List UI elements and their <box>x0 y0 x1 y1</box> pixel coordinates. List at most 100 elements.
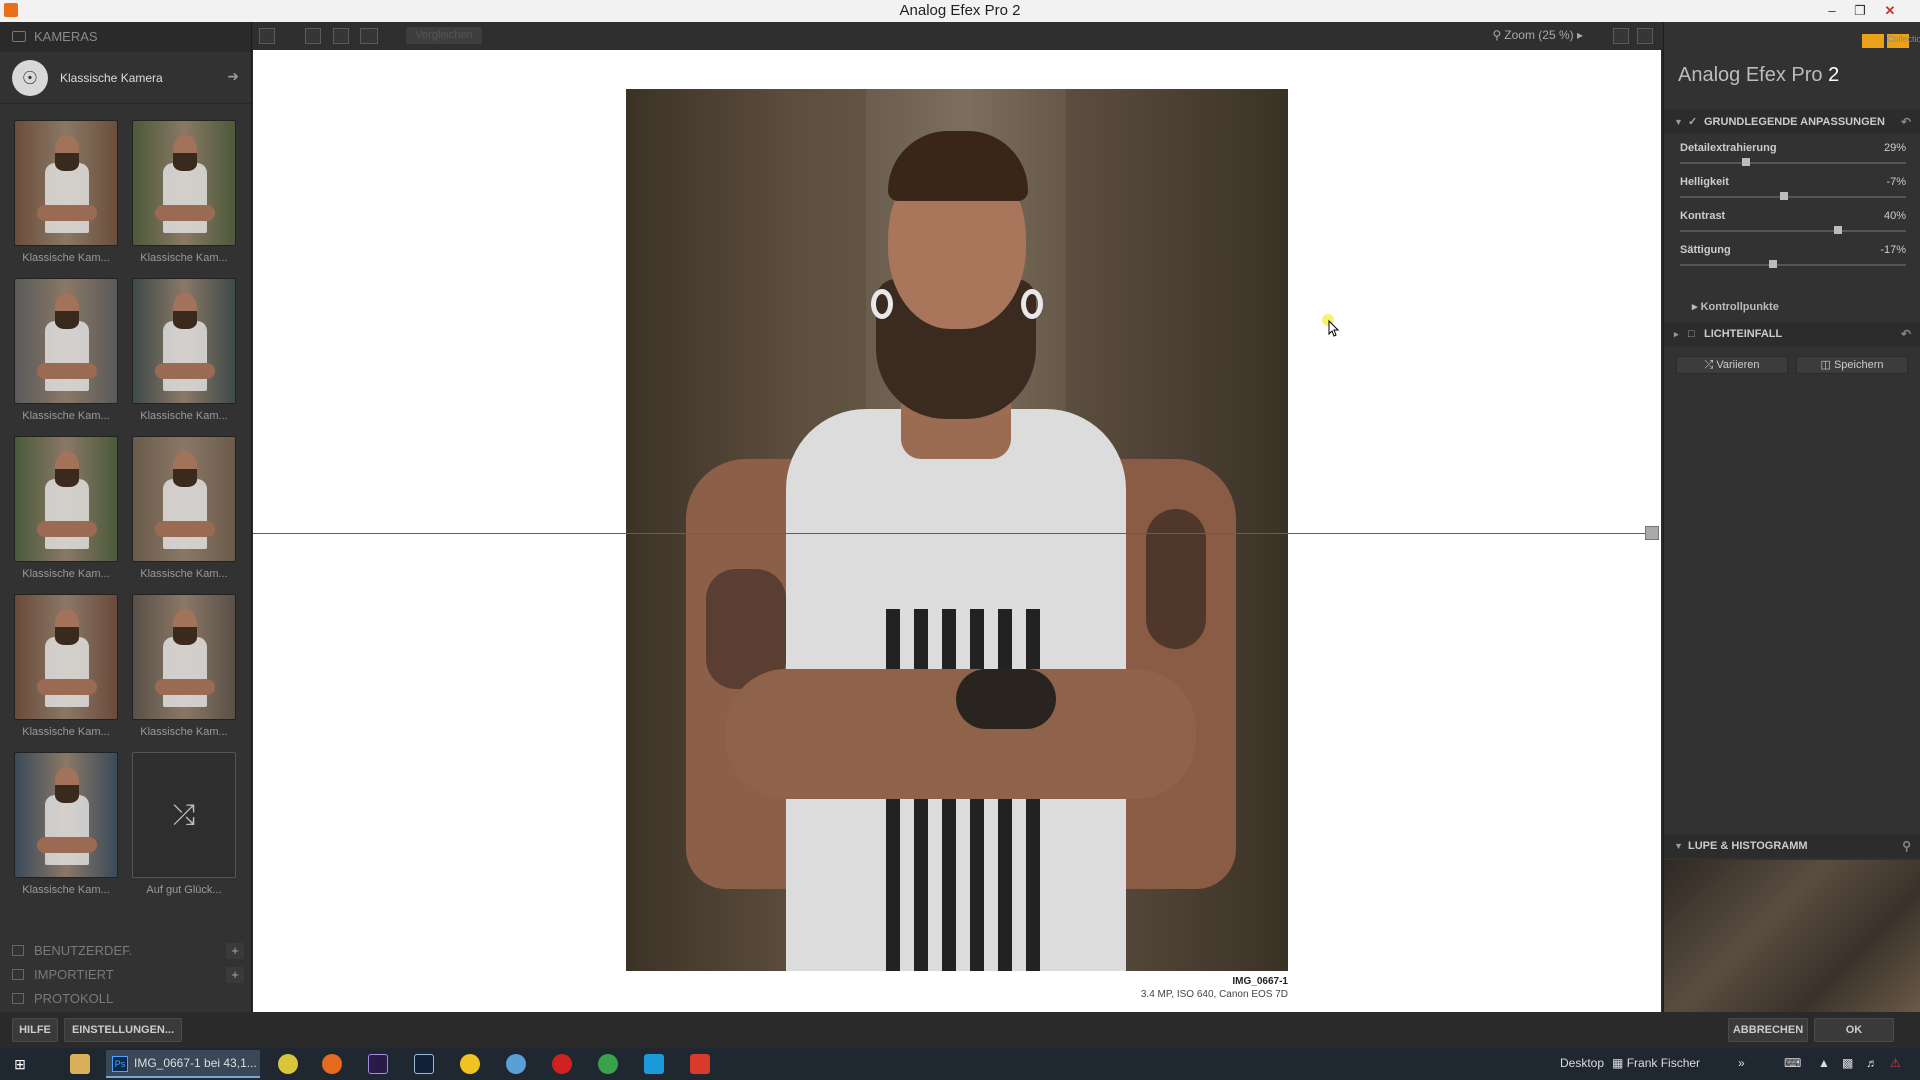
lightroom-icon[interactable] <box>414 1054 434 1074</box>
volume-icon[interactable]: ♬ <box>1866 1056 1878 1070</box>
slider-knob[interactable] <box>1768 260 1777 268</box>
user-label: Frank Fischer <box>1626 1056 1701 1070</box>
preset-thumbnail[interactable]: Klassische Kam... <box>14 752 118 896</box>
tray-up-icon[interactable]: ▲ <box>1818 1056 1830 1070</box>
preview-canvas[interactable]: IMG_0667-1 3.4 MP, ISO 640, Canon EOS 7D <box>253 50 1661 1012</box>
preset-label: Klassische Kam... <box>140 726 228 738</box>
collapse-triangle-icon[interactable]: ▼ <box>1674 834 1683 858</box>
slider-value[interactable]: 40% <box>1884 210 1906 222</box>
fullscreen-icon[interactable] <box>1637 28 1653 44</box>
slider-knob[interactable] <box>1834 226 1843 234</box>
camera-selector[interactable]: ☉ Klassische Kamera ➜ <box>0 52 251 104</box>
cancel-button[interactable]: ABBRECHEN <box>1728 1018 1808 1042</box>
compare-button[interactable]: Vergleichen <box>406 27 482 44</box>
single-view-icon[interactable] <box>305 28 321 44</box>
preset-thumbnail[interactable]: Klassische Kam... <box>132 436 236 580</box>
window-title: Analog Efex Pro 2 <box>899 2 1021 19</box>
preset-random[interactable]: ⤮ Auf gut Glück... <box>132 752 236 896</box>
preset-thumbnail[interactable]: Klassische Kam... <box>132 594 236 738</box>
preset-thumbnail[interactable]: Klassische Kam... <box>14 436 118 580</box>
loupe-histogram-section[interactable]: ▼ LUPE & HISTOGRAMM ⚲ <box>1664 834 1920 858</box>
firefox-icon[interactable] <box>322 1054 342 1074</box>
enable-checkbox[interactable]: ✓ <box>1688 110 1697 134</box>
split-view-icon[interactable] <box>333 28 349 44</box>
explorer-icon[interactable] <box>70 1054 90 1074</box>
section-imported[interactable]: IMPORTIERT + <box>0 964 252 986</box>
basic-adjustments-section[interactable]: ▼ ✓ GRUNDLEGENDE ANPASSUNGEN ↶ <box>1664 110 1920 134</box>
adjustment-slider[interactable]: Detailextrahierung 29% <box>1680 142 1906 172</box>
user-folder[interactable]: ▦ Frank Fischer <box>1612 1056 1700 1070</box>
vary-button[interactable]: ⤮ Variieren <box>1676 356 1788 374</box>
app-icon[interactable] <box>690 1054 710 1074</box>
preset-thumbnail[interactable]: Klassische Kam... <box>14 594 118 738</box>
slider-value[interactable]: 29% <box>1884 142 1906 154</box>
skype-icon[interactable] <box>644 1054 664 1074</box>
camera-icon: ☉ <box>12 60 48 96</box>
arrow-right-icon[interactable]: ➜ <box>227 68 239 85</box>
pin-icon[interactable]: ⚲ <box>1902 834 1911 858</box>
light-leaks-section[interactable]: ▸ □ LICHTEINFALL ↶ <box>1664 322 1920 346</box>
save-preset-button[interactable]: ◫ Speichern <box>1796 356 1908 374</box>
slider-track[interactable] <box>1680 196 1906 198</box>
panel-toggle-icon[interactable] <box>259 28 275 44</box>
add-import-button[interactable]: + <box>226 967 244 983</box>
preset-thumbnail[interactable]: Klassische Kam... <box>14 278 118 422</box>
split-line[interactable] <box>253 533 1647 534</box>
app-icon[interactable] <box>278 1054 298 1074</box>
premiere-icon[interactable] <box>368 1054 388 1074</box>
side-by-side-view-icon[interactable] <box>360 28 378 44</box>
slider-knob[interactable] <box>1741 158 1750 166</box>
section-custom[interactable]: BENUTZERDEF. + <box>0 940 252 962</box>
slider-value[interactable]: -17% <box>1880 244 1906 256</box>
background-color-icon[interactable] <box>1613 28 1629 44</box>
settings-button[interactable]: EINSTELLUNGEN... <box>64 1018 182 1042</box>
reset-icon[interactable]: ↶ <box>1901 322 1911 346</box>
cameras-header[interactable]: KAMERAS <box>0 22 251 52</box>
expand-triangle-icon[interactable]: ▸ <box>1674 322 1679 346</box>
record-icon[interactable] <box>552 1054 572 1074</box>
minimize-icon[interactable]: – <box>1818 0 1846 22</box>
photoshop-icon: Ps <box>112 1056 128 1072</box>
camera-selector-label: Klassische Kamera <box>60 71 163 85</box>
split-handle[interactable] <box>1645 526 1659 540</box>
slider-value[interactable]: -7% <box>1886 176 1906 188</box>
preset-image <box>132 120 236 246</box>
notification-icon[interactable]: ⚠ <box>1890 1056 1901 1070</box>
keyboard-icon[interactable]: ⌨ <box>1784 1056 1801 1070</box>
reset-icon[interactable]: ↶ <box>1901 110 1911 134</box>
slider-track[interactable] <box>1680 162 1906 164</box>
collapse-triangle-icon[interactable]: ▼ <box>1674 110 1683 134</box>
preset-thumbnail[interactable]: Klassische Kam... <box>132 120 236 264</box>
brand-title: Analog Efex Pro 2 <box>1678 64 1839 87</box>
adjustment-slider[interactable]: Kontrast 40% <box>1680 210 1906 240</box>
slider-track[interactable] <box>1680 264 1906 266</box>
adjustment-slider[interactable]: Helligkeit -7% <box>1680 176 1906 206</box>
preset-image <box>14 278 118 404</box>
taskbar-photoshop-item[interactable]: Ps IMG_0667-1 bei 43,1... <box>106 1050 260 1078</box>
tray-chevron-icon[interactable]: » <box>1738 1056 1745 1070</box>
help-button[interactable]: HILFE <box>12 1018 58 1042</box>
app-icon[interactable] <box>506 1054 526 1074</box>
desktop-toolbar-label[interactable]: Desktop <box>1560 1056 1604 1070</box>
preset-image <box>132 594 236 720</box>
zoom-control[interactable]: ⚲ Zoom (25 %) ▸ <box>1492 28 1583 42</box>
close-icon[interactable]: ✕ <box>1876 0 1904 22</box>
slider-track[interactable] <box>1680 230 1906 232</box>
preset-thumbnail[interactable]: Klassische Kam... <box>132 278 236 422</box>
save-label: Speichern <box>1833 359 1884 371</box>
slider-knob[interactable] <box>1779 192 1788 200</box>
add-custom-button[interactable]: + <box>226 943 244 959</box>
enable-checkbox[interactable]: □ <box>1688 322 1695 346</box>
control-points-toggle[interactable]: ▸ Kontrollpunkte <box>1692 300 1779 313</box>
chrome-icon[interactable] <box>598 1054 618 1074</box>
start-icon[interactable]: ⊞ <box>10 1054 30 1074</box>
restore-icon[interactable]: ❐ <box>1846 0 1874 22</box>
preview-image[interactable] <box>626 89 1288 971</box>
ok-button[interactable]: OK <box>1814 1018 1894 1042</box>
expand-triangle-icon: ▸ <box>1692 301 1698 313</box>
adjustment-slider[interactable]: Sättigung -17% <box>1680 244 1906 274</box>
app-icon[interactable] <box>460 1054 480 1074</box>
network-icon[interactable]: ▩ <box>1842 1056 1853 1070</box>
preset-thumbnail[interactable]: Klassische Kam... <box>14 120 118 264</box>
section-history[interactable]: PROTOKOLL <box>0 988 252 1010</box>
